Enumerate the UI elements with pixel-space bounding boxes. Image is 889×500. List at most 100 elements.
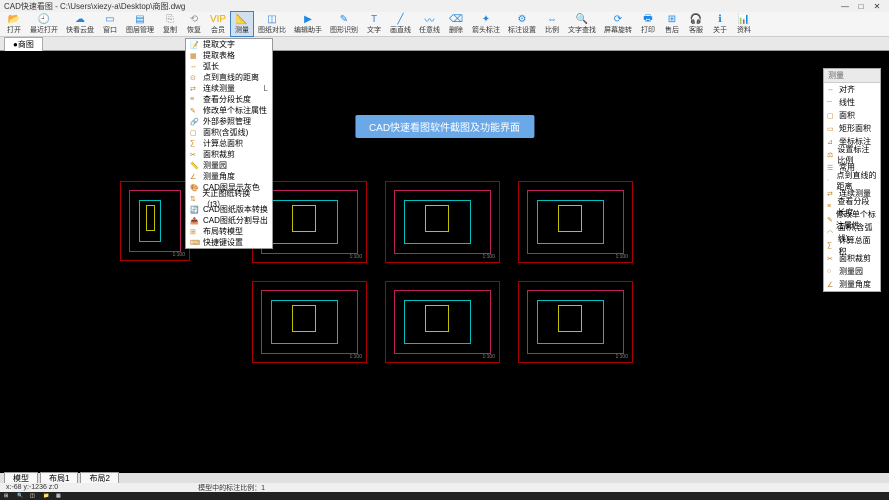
status-coords: x:-68 y:-1236 z:0 [6,484,58,491]
menu-item-天正图纸转换（t3）[interactable]: ⇅天正图纸转换（t3） [186,193,272,204]
toolbar-label: 关于 [713,25,727,35]
menu-icon: 🎨 [190,184,200,192]
toolbar-label: 删除 [449,25,463,35]
menu-item-CAD图纸分割导出[interactable]: 📤CAD图纸分割导出 [186,215,272,226]
menu-item-测量角度[interactable]: ∠测量角度 [186,171,272,182]
toolbar-icon: ✦ [479,13,493,25]
close-button[interactable]: ✕ [869,2,885,11]
toolbar-打印[interactable]: 🖶打印 [636,12,660,36]
toolbar-编辑助手[interactable]: ▶编辑助手 [290,12,326,36]
menu-item-连续测量[interactable]: ⇄连续测量L [186,83,272,94]
toolbar-客服[interactable]: 🎧客服 [684,12,708,36]
side-item-计算总面积[interactable]: ∑计算总面积 [824,239,880,252]
menu-item-提取文字[interactable]: 📝提取文字 [186,39,272,50]
side-label: 线性 [839,97,855,108]
toolbar-快看云盘[interactable]: ☁快看云盘 [62,12,98,36]
side-label: 对齐 [839,84,855,95]
menu-item-快捷键设置[interactable]: ⌨快捷键设置 [186,237,272,248]
drawing-canvas[interactable]: CAD快速看图软件截图及功能界面 1:1001:1001:1001:1001:1… [0,51,889,473]
menu-item-计算总面积[interactable]: ∑计算总面积 [186,138,272,149]
menu-item-弧长[interactable]: ↔弧长 [186,61,272,72]
toolbar-图形识别[interactable]: ✎图形识别 [326,12,362,36]
menu-label: CAD图纸版本转换 [203,204,268,215]
menu-icon: ∠ [190,173,200,181]
side-item-测量角度[interactable]: ∠测量角度 [824,278,880,291]
toolbar-窗口[interactable]: ▭窗口 [98,12,122,36]
menu-item-面积(含弧线)[interactable]: ▢面积(含弧线) [186,127,272,138]
menu-icon: ⊞ [190,228,200,236]
toolbar-图层管理[interactable]: ▤图层管理 [122,12,158,36]
menu-icon: 📝 [190,41,200,49]
toolbar-任意线[interactable]: 〰任意线 [415,12,444,36]
toolbar-icon: ▤ [133,13,147,25]
side-item-测量园[interactable]: ○测量园 [824,265,880,278]
cad-drawing[interactable]: 1:100 [252,281,367,363]
toolbar-关于[interactable]: ℹ关于 [708,12,732,36]
side-icon: ≡ [827,202,834,211]
cad-drawing[interactable]: 1:100 [518,181,633,263]
search-icon[interactable]: 🔍 [17,493,27,499]
cad-drawing[interactable]: 1:100 [385,181,500,263]
menu-icon: ⇅ [190,195,199,203]
toolbar-会员[interactable]: VIP会员 [206,12,230,36]
toolbar-文字查找[interactable]: 🔍文字查找 [564,12,600,36]
menu-item-修改单个标注属性[interactable]: ✎修改单个标注属性 [186,105,272,116]
menu-item-布局转模型[interactable]: ⊞布局转模型 [186,226,272,237]
minimize-button[interactable]: — [837,2,853,11]
menu-icon: ⇄ [190,85,200,93]
menu-item-CAD图纸版本转换[interactable]: 🔄CAD图纸版本转换 [186,204,272,215]
menu-item-测量园[interactable]: 📏测量园 [186,160,272,171]
toolbar-标注设置[interactable]: ⚙标注设置 [504,12,540,36]
toolbar-售后[interactable]: ⊞售后 [660,12,684,36]
task-view-icon[interactable]: ◫ [30,493,40,499]
toolbar-复制[interactable]: ⎘复制 [158,12,182,36]
app-icon[interactable]: ▦ [56,493,66,499]
toolbar-label: 最近打开 [30,25,58,35]
menu-item-面积裁剪[interactable]: ✂面积裁剪 [186,149,272,160]
start-icon[interactable]: ⊞ [4,493,14,499]
cad-drawing[interactable]: 1:100 [120,181,190,261]
explorer-icon[interactable]: 📁 [43,493,53,499]
toolbar-比例[interactable]: ⇔比例 [540,12,564,36]
menu-item-查看分段长度[interactable]: ≡查看分段长度 [186,94,272,105]
toolbar-图纸对比[interactable]: ◫图纸对比 [254,12,290,36]
menu-item-提取表格[interactable]: ▦提取表格 [186,50,272,61]
cad-drawing[interactable]: 1:100 [518,281,633,363]
side-item-对齐[interactable]: ↔对齐 [824,83,880,96]
toolbar-箭头标注[interactable]: ✦箭头标注 [468,12,504,36]
menu-label: 弧长 [203,61,219,72]
side-item-点到直线的距离[interactable]: ·点到直线的距离 [824,174,880,187]
toolbar-屏幕旋转[interactable]: ⟳屏幕旋转 [600,12,636,36]
menu-icon: ✂ [190,151,200,159]
maximize-button[interactable]: □ [853,2,869,11]
menu-icon: ▢ [190,129,200,137]
toolbar-icon: ╱ [394,13,408,25]
toolbar-删除[interactable]: ⌫删除 [444,12,468,36]
side-item-设置标注比例[interactable]: ⚖设置标注比例 [824,148,880,161]
toolbar-资料[interactable]: 📊资料 [732,12,756,36]
side-label: 测量角度 [839,279,871,290]
toolbar-label: 任意线 [419,25,440,35]
toolbar-恢复[interactable]: ⟲恢复 [182,12,206,36]
side-item-矩形面积[interactable]: ▭矩形面积 [824,122,880,135]
toolbar-测量[interactable]: 📐测量 [230,11,254,37]
toolbar-icon: ✎ [337,13,351,25]
menu-item-点到直线的距离[interactable]: ⊙点到直线的距离 [186,72,272,83]
toolbar-icon: 📂 [7,13,21,25]
toolbar-label: 图层管理 [126,25,154,35]
menu-item-外部参照管理[interactable]: 🔗外部参照管理 [186,116,272,127]
toolbar-icon: 📐 [235,13,249,25]
side-item-面积[interactable]: ▢面积 [824,109,880,122]
toolbar-文字[interactable]: T文字 [362,12,386,36]
side-icon: ↔ [827,85,836,94]
toolbar-最近打开[interactable]: 🕘最近打开 [26,12,62,36]
menu-icon: ≡ [190,96,200,104]
toolbar-icon: ⟳ [611,13,625,25]
side-item-线性[interactable]: ─线性 [824,96,880,109]
document-tab[interactable]: ●商图 [4,37,43,51]
toolbar-icon: ⚙ [515,13,529,25]
menu-icon: ▦ [190,52,200,60]
toolbar-打开[interactable]: 📂打开 [2,12,26,36]
toolbar-画直线[interactable]: ╱画直线 [386,12,415,36]
cad-drawing[interactable]: 1:100 [385,281,500,363]
